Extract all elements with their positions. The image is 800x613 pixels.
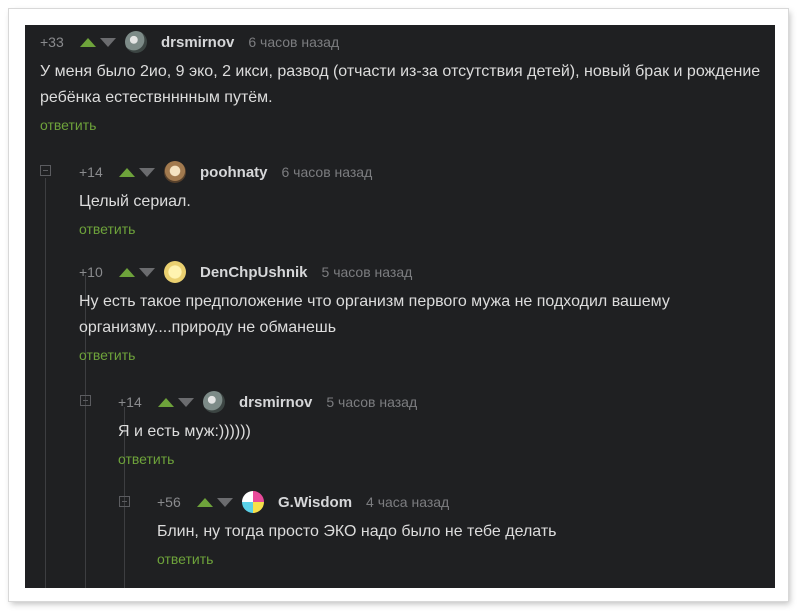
- collapse-button-gwisdom[interactable]: [119, 496, 130, 507]
- globe-avatar[interactable]: [125, 31, 147, 53]
- downvote-arrow-icon[interactable]: [139, 267, 155, 277]
- globe-avatar[interactable]: [203, 391, 225, 413]
- comment-header: +14 drsmirnov 5 часов назад: [118, 391, 758, 413]
- dog-avatar[interactable]: [164, 161, 186, 183]
- reply-link[interactable]: ответить: [79, 347, 135, 363]
- comment-timestamp[interactable]: 5 часов назад: [326, 394, 417, 410]
- comment-header: +33 drsmirnov 6 часов назад: [40, 31, 765, 53]
- comment-timestamp[interactable]: 5 часов назад: [322, 264, 413, 280]
- downvote-arrow-icon[interactable]: [178, 397, 194, 407]
- collapse-button-drsmirnov-reply[interactable]: [80, 395, 91, 406]
- comment-drsmirnov-root: +33 drsmirnov 6 часов назад У меня было …: [40, 31, 765, 135]
- upvote-arrow-icon[interactable]: [158, 397, 174, 407]
- comment-timestamp[interactable]: 6 часов назад: [248, 34, 339, 50]
- collapse-button-poohnaty[interactable]: [40, 165, 51, 176]
- comment-text: Блин, ну тогда просто ЭКО надо было не т…: [157, 523, 557, 540]
- downvote-arrow-icon[interactable]: [100, 37, 116, 47]
- comment-rating: +33: [40, 34, 64, 50]
- comment-rating: +14: [118, 394, 142, 410]
- reply-link[interactable]: ответить: [157, 551, 213, 567]
- thread-line-1: [45, 178, 46, 588]
- upvote-arrow-icon[interactable]: [119, 267, 135, 277]
- comment-header: +14 poohnaty 6 часов назад: [79, 161, 759, 183]
- downvote-arrow-icon[interactable]: [139, 167, 155, 177]
- comment-header: +56 G.Wisdom 4 часа назад: [157, 491, 757, 513]
- comment-rating: +14: [79, 164, 103, 180]
- comment-text: Целый сериал.: [79, 193, 191, 210]
- comment-rating: +10: [79, 264, 103, 280]
- reply-link[interactable]: ответить: [118, 451, 174, 467]
- reply-link[interactable]: ответить: [79, 221, 135, 237]
- comment-username[interactable]: poohnaty: [200, 164, 268, 181]
- comment-username[interactable]: DenChpUshnik: [200, 264, 308, 281]
- upvote-arrow-icon[interactable]: [80, 37, 96, 47]
- comment-username[interactable]: G.Wisdom: [278, 494, 352, 511]
- comment-text: У меня было 2ио, 9 эко, 2 икси, развод (…: [40, 63, 761, 106]
- comment-header: +10 DenChpUshnik 5 часов назад: [79, 261, 759, 283]
- comment-gwisdom: +56 G.Wisdom 4 часа назад Блин, ну тогда…: [157, 491, 757, 569]
- flower-avatar[interactable]: [242, 491, 264, 513]
- comment-timestamp[interactable]: 6 часов назад: [282, 164, 373, 180]
- downvote-arrow-icon[interactable]: [217, 497, 233, 507]
- reply-link[interactable]: ответить: [40, 117, 96, 133]
- smile-avatar[interactable]: [164, 261, 186, 283]
- comment-username[interactable]: drsmirnov: [161, 34, 234, 51]
- comments-panel: +33 drsmirnov 6 часов назад У меня было …: [25, 25, 775, 588]
- comment-text: Ну есть такое предположение что организм…: [79, 293, 670, 336]
- upvote-arrow-icon[interactable]: [119, 167, 135, 177]
- comment-drsmirnov-reply: +14 drsmirnov 5 часов назад Я и есть муж…: [118, 391, 758, 469]
- comment-text: Я и есть муж:)))))): [118, 423, 251, 440]
- comment-denchpushnik: +10 DenChpUshnik 5 часов назад Ну есть т…: [79, 261, 759, 365]
- comment-poohnaty: +14 poohnaty 6 часов назад Целый сериал.…: [79, 161, 759, 239]
- comment-username[interactable]: drsmirnov: [239, 394, 312, 411]
- comment-rating: +56: [157, 494, 181, 510]
- comment-timestamp[interactable]: 4 часа назад: [366, 494, 449, 510]
- upvote-arrow-icon[interactable]: [197, 497, 213, 507]
